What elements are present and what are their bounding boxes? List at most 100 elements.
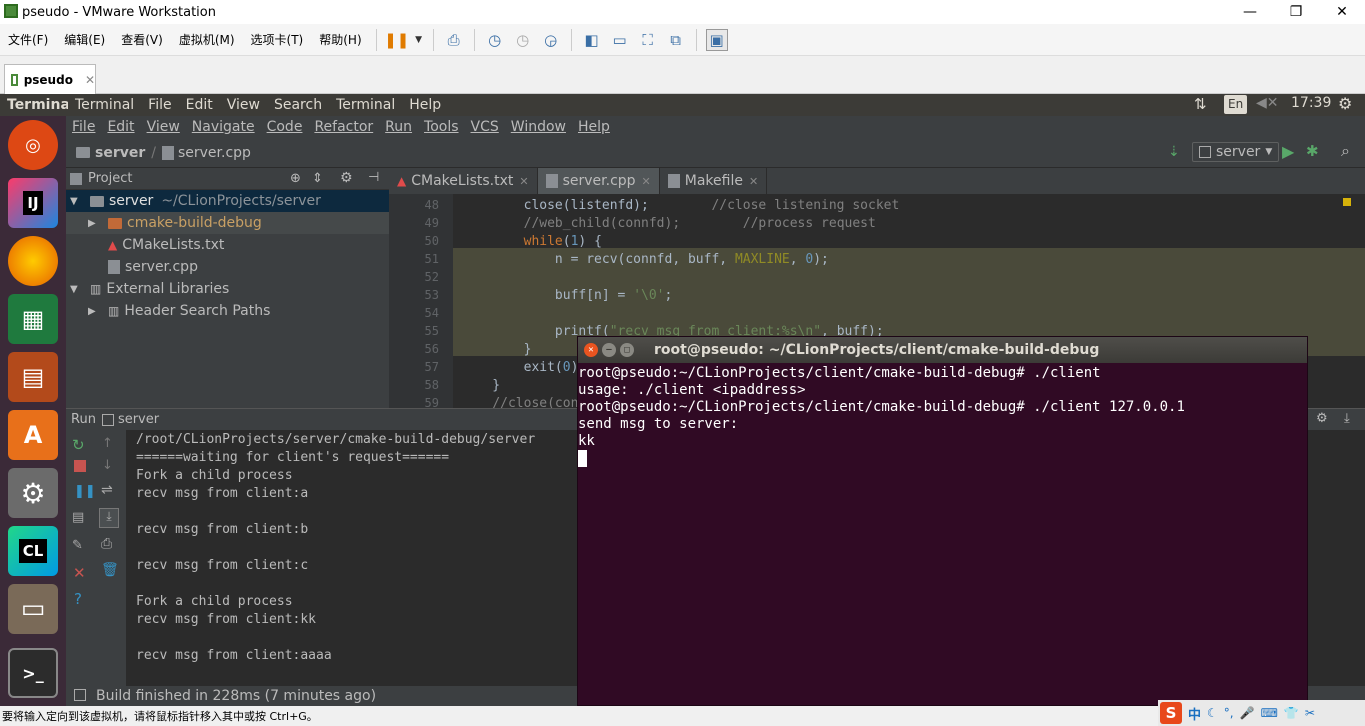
keyboard-icon[interactable]: ⌨ bbox=[1261, 706, 1278, 720]
close-tab-icon[interactable]: ✕ bbox=[519, 175, 528, 188]
debug-icon[interactable]: ✱ bbox=[1306, 142, 1319, 160]
clion-icon[interactable]: CL bbox=[8, 526, 58, 576]
clion-menu-code[interactable]: Code bbox=[261, 119, 309, 135]
menu-help[interactable]: 帮助(H) bbox=[311, 31, 369, 48]
panel-menu-terminal[interactable]: Terminal bbox=[68, 97, 141, 113]
software-center-icon[interactable]: A bbox=[8, 410, 58, 460]
clion-menu-edit[interactable]: Edit bbox=[101, 119, 140, 135]
snapshot-manager-icon[interactable]: ◶ bbox=[540, 29, 562, 51]
tab-makefile[interactable]: Makefile ✕ bbox=[660, 168, 768, 194]
send-keys-icon[interactable]: ⎙ bbox=[443, 29, 465, 51]
clion-menu-file[interactable]: File bbox=[66, 119, 101, 135]
tab-cmakelists[interactable]: ▲ CMakeLists.txt ✕ bbox=[389, 168, 538, 194]
chevron-down-icon[interactable]: ▼ bbox=[414, 29, 424, 51]
breadcrumb-file[interactable]: server.cpp bbox=[178, 145, 251, 161]
libreoffice-impress-icon[interactable]: ▤ bbox=[8, 352, 58, 402]
up-icon[interactable]: ↑ bbox=[102, 436, 113, 451]
panel-menu-edit[interactable]: Edit bbox=[179, 97, 220, 113]
library-icon[interactable]: ◧ bbox=[581, 29, 603, 51]
menu-vm[interactable]: 虚拟机(M) bbox=[171, 31, 243, 48]
stop-icon[interactable] bbox=[74, 460, 86, 472]
thumbnail-icon[interactable]: ▭ bbox=[609, 29, 631, 51]
ime-logo-icon[interactable]: S bbox=[1160, 702, 1182, 724]
close-tab-icon[interactable]: ✕ bbox=[642, 175, 651, 188]
gear-icon[interactable]: ⚙ bbox=[1338, 94, 1352, 113]
maximize-icon[interactable]: □ bbox=[620, 343, 634, 357]
ubuntu-dash-icon[interactable]: ◎ bbox=[8, 120, 58, 170]
clion-menu-tools[interactable]: Tools bbox=[418, 119, 465, 135]
pin-icon[interactable]: ✎ bbox=[72, 538, 83, 553]
tree-arrow-icon[interactable]: ▶ bbox=[88, 218, 102, 229]
settings-icon[interactable]: ⚙ bbox=[1316, 411, 1328, 426]
warning-marker[interactable] bbox=[1343, 198, 1351, 206]
minimize-button[interactable]: — bbox=[1227, 0, 1273, 24]
volume-muted-icon[interactable]: ◀✕ bbox=[1256, 95, 1279, 111]
close-icon[interactable]: ✕ bbox=[73, 564, 86, 582]
keyboard-layout-indicator[interactable]: En bbox=[1224, 95, 1248, 114]
layout-icon[interactable]: ▤ bbox=[72, 510, 84, 525]
scroll-end-icon[interactable]: ⤓ bbox=[99, 508, 119, 528]
system-settings-icon[interactable]: ⚙ bbox=[8, 468, 58, 518]
pause-icon[interactable]: ❚❚ bbox=[384, 29, 409, 51]
tree-row-external-libraries[interactable]: ▼ ▥ External Libraries bbox=[66, 278, 389, 300]
tool-windows-icon[interactable] bbox=[74, 689, 86, 701]
tools-icon[interactable]: ✂ bbox=[1305, 706, 1315, 720]
run-icon[interactable]: ▶ bbox=[1282, 142, 1294, 161]
tree-row-cmakelists[interactable]: ▲ CMakeLists.txt bbox=[66, 234, 389, 256]
terminal-body[interactable]: root@pseudo:~/CLionProjects/client/cmake… bbox=[578, 365, 1307, 705]
clion-menu-window[interactable]: Window bbox=[505, 119, 572, 135]
revert-snapshot-icon[interactable]: ◷ bbox=[512, 29, 534, 51]
clion-menu-refactor[interactable]: Refactor bbox=[308, 119, 379, 135]
print-icon[interactable]: ⎙ bbox=[101, 536, 112, 552]
skin-icon[interactable]: 👕 bbox=[1284, 706, 1299, 720]
snapshot-icon[interactable]: ◷ bbox=[484, 29, 506, 51]
intellij-icon[interactable]: IJ bbox=[8, 178, 58, 228]
build-icon[interactable]: ⇣ bbox=[1168, 144, 1180, 160]
pause-icon[interactable]: ❚❚ bbox=[74, 484, 96, 499]
down-icon[interactable]: ↓ bbox=[102, 458, 113, 473]
help-icon[interactable]: ? bbox=[74, 590, 82, 608]
breadcrumb-server[interactable]: server bbox=[95, 145, 145, 161]
settings-icon[interactable]: ⚙ bbox=[340, 170, 353, 186]
hide-icon[interactable]: ⊣ bbox=[368, 170, 379, 185]
console-view-icon[interactable]: ▣ bbox=[705, 28, 728, 51]
guest-screen[interactable]: Terminal Terminal File Edit View Search … bbox=[0, 94, 1365, 706]
panel-menu-view[interactable]: View bbox=[220, 97, 267, 113]
clion-menu-help[interactable]: Help bbox=[572, 119, 616, 135]
wrap-icon[interactable]: ⇌ bbox=[101, 482, 113, 498]
run-config-name[interactable]: server bbox=[118, 412, 159, 427]
tree-row-server[interactable]: ▼ server ~/CLionProjects/server bbox=[66, 190, 389, 212]
network-icon[interactable]: ⇅ bbox=[1194, 95, 1207, 113]
menu-edit[interactable]: 编辑(E) bbox=[56, 31, 113, 48]
panel-menu-search[interactable]: Search bbox=[267, 97, 329, 113]
trash-icon[interactable]: 🗑 bbox=[101, 562, 119, 578]
tree-row-server-cpp[interactable]: server.cpp bbox=[66, 256, 389, 278]
panel-menu-file[interactable]: File bbox=[141, 97, 178, 113]
run-config-selector[interactable]: server ▼ bbox=[1192, 142, 1280, 162]
clock[interactable]: 17:39 bbox=[1291, 95, 1331, 111]
tree-arrow-icon[interactable]: ▼ bbox=[70, 196, 84, 207]
firefox-icon[interactable] bbox=[8, 236, 58, 286]
minimize-icon[interactable]: — bbox=[602, 343, 616, 357]
tab-pseudo[interactable]: pseudo ✕ bbox=[4, 64, 96, 94]
clion-menu-run[interactable]: Run bbox=[379, 119, 418, 135]
menu-tabs[interactable]: 选项卡(T) bbox=[243, 31, 312, 48]
terminal-window[interactable]: ✕ — □ root@pseudo: ~/CLionProjects/clien… bbox=[577, 336, 1308, 706]
tree-arrow-icon[interactable]: ▼ bbox=[70, 284, 84, 295]
menu-file[interactable]: 文件(F) bbox=[0, 31, 56, 48]
tree-arrow-icon[interactable]: ▶ bbox=[88, 306, 102, 317]
terminal-icon[interactable]: >_ bbox=[8, 648, 58, 698]
unity-icon[interactable]: ⧉ bbox=[665, 29, 687, 51]
maximize-button[interactable]: ❐ bbox=[1273, 0, 1319, 24]
clion-menu-navigate[interactable]: Navigate bbox=[186, 119, 261, 135]
tab-server-cpp[interactable]: server.cpp ✕ bbox=[537, 168, 660, 194]
moon-icon[interactable]: ☾ bbox=[1207, 706, 1218, 720]
tree-row-header-search-paths[interactable]: ▶ ▥ Header Search Paths bbox=[66, 300, 389, 322]
tree-row-cmake-build-debug[interactable]: ▶ cmake-build-debug bbox=[66, 212, 389, 234]
clion-menu-vcs[interactable]: VCS bbox=[465, 119, 505, 135]
close-tab-icon[interactable]: ✕ bbox=[85, 73, 95, 87]
panel-menu-help[interactable]: Help bbox=[402, 97, 448, 113]
clion-menu-view[interactable]: View bbox=[141, 119, 186, 135]
target-icon[interactable]: ⊕ bbox=[290, 171, 301, 186]
close-button[interactable]: ✕ bbox=[1319, 0, 1365, 24]
